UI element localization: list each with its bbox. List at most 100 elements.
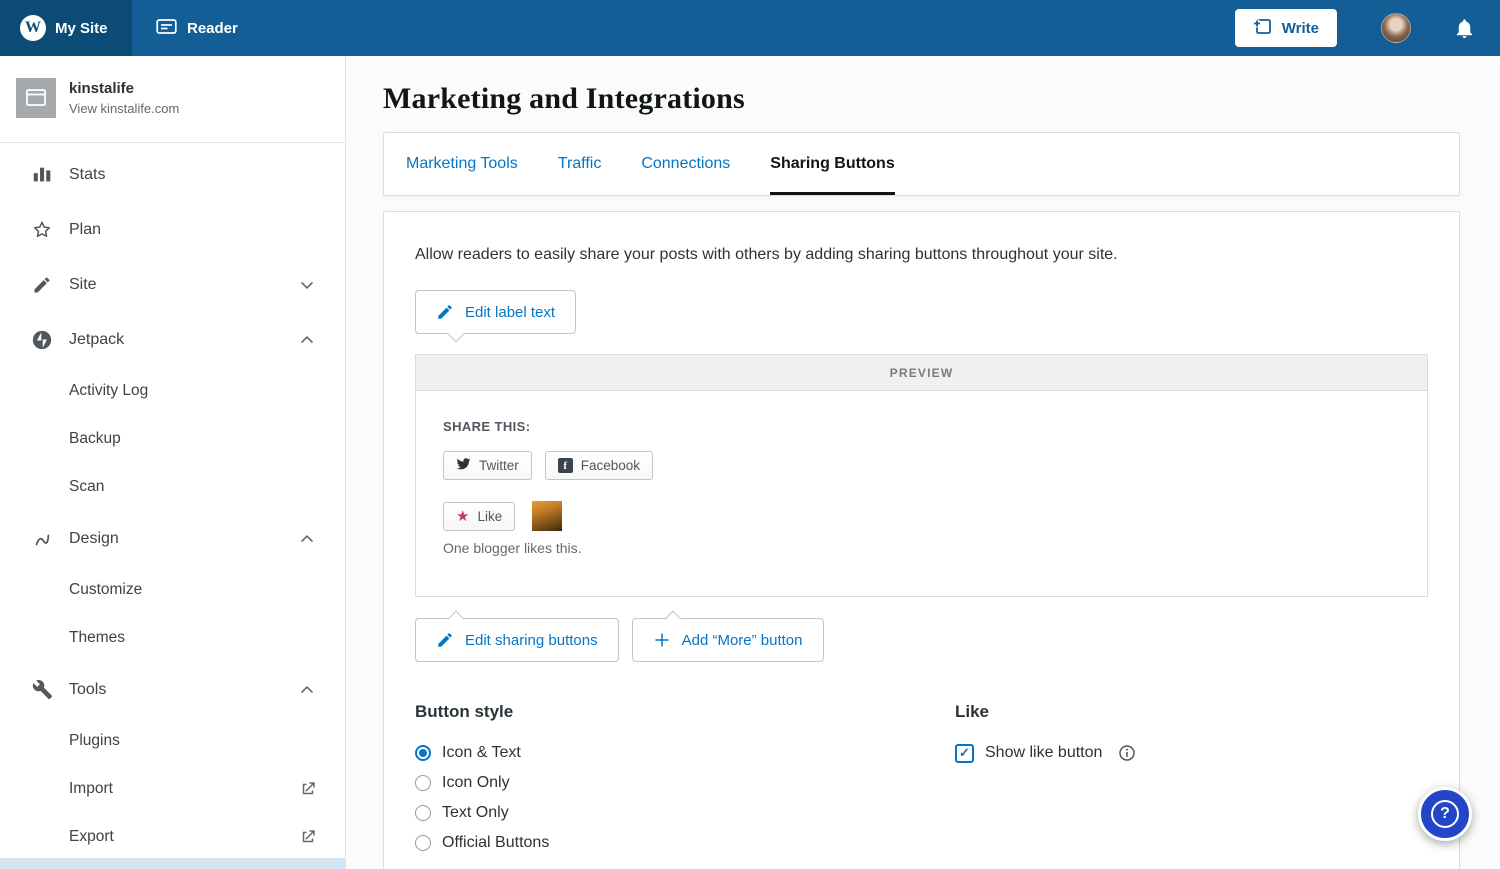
site-view-link[interactable]: View kinstalife.com — [69, 101, 179, 116]
sidebar-item-label: Stats — [69, 166, 105, 184]
sidebar-item-import[interactable]: Import — [0, 765, 345, 813]
options-sections: Button style Icon & Text Icon Only Text … — [415, 702, 1428, 858]
masthead: W My Site Reader Write — [0, 0, 1500, 56]
pencil-icon — [436, 303, 454, 321]
section-nav-tabs: Marketing Tools Traffic Connections Shar… — [383, 132, 1460, 196]
site-icon — [16, 78, 56, 118]
sidebar-item-jetpack[interactable]: Jetpack — [0, 312, 345, 367]
pencil-icon — [436, 631, 454, 649]
help-question-icon: ? — [1431, 800, 1459, 828]
sidebar-item-scan[interactable]: Scan — [0, 463, 345, 511]
sidebar-item-label: Export — [69, 828, 114, 846]
wordpress-logo-icon: W — [20, 15, 46, 41]
site-card[interactable]: kinstalife View kinstalife.com — [0, 56, 345, 143]
sidebar-item-label: Tools — [69, 681, 106, 699]
twitter-share-button[interactable]: Twitter — [443, 451, 532, 480]
site-name: kinstalife — [69, 80, 179, 97]
notifications-bell-icon[interactable] — [1453, 17, 1476, 40]
tab-marketing-tools[interactable]: Marketing Tools — [406, 133, 518, 195]
sidebar-item-plan[interactable]: Plan — [0, 202, 345, 257]
sidebar-item-label: Design — [69, 530, 119, 548]
sidebar-item-backup[interactable]: Backup — [0, 415, 345, 463]
sidebar-item-customize[interactable]: Customize — [0, 566, 345, 614]
sidebar-item-themes[interactable]: Themes — [0, 614, 345, 662]
sidebar-item-label: Customize — [69, 581, 142, 599]
like-label: Like — [477, 509, 502, 524]
sidebar-item-label: Themes — [69, 629, 125, 647]
likes-text: One blogger likes this. — [443, 540, 1400, 556]
main-content: Marketing and Integrations Marketing Too… — [346, 56, 1500, 869]
like-star-icon: ★ — [456, 509, 469, 524]
info-icon[interactable] — [1118, 744, 1136, 762]
site-card-text: kinstalife View kinstalife.com — [69, 80, 179, 116]
tab-traffic[interactable]: Traffic — [558, 133, 602, 195]
external-link-icon — [299, 828, 317, 846]
radio-icon-and-text[interactable]: Icon & Text — [415, 738, 955, 768]
radio-icon-only[interactable]: Icon Only — [415, 768, 955, 798]
sharing-buttons-card: Allow readers to easily share your posts… — [383, 211, 1460, 869]
sidebar-item-label: Backup — [69, 430, 121, 448]
sidebar-item-activity-log[interactable]: Activity Log — [0, 367, 345, 415]
add-more-button[interactable]: Add “More” button — [632, 618, 824, 662]
pencil-icon — [30, 275, 54, 295]
button-style-heading: Button style — [415, 702, 955, 722]
like-row: ★ Like — [443, 501, 1400, 531]
sidebar-item-plugins[interactable]: Plugins — [0, 717, 345, 765]
sidebar-item-design[interactable]: Design — [0, 511, 345, 566]
radio-icon[interactable] — [415, 835, 431, 851]
sidebar-item-label: Import — [69, 780, 113, 798]
radio-label: Text Only — [442, 804, 509, 822]
sidebar-item-stats[interactable]: Stats — [0, 147, 345, 202]
my-site-menu[interactable]: W My Site — [0, 0, 132, 56]
jetpack-icon — [30, 329, 54, 351]
edit-label-text-button[interactable]: Edit label text — [415, 290, 576, 334]
sidebar-item-export[interactable]: Export — [0, 813, 345, 861]
tab-connections[interactable]: Connections — [641, 133, 730, 195]
masthead-right: Write — [1235, 0, 1500, 56]
share-buttons-row: Twitter f Facebook — [443, 451, 1400, 480]
radio-official-buttons[interactable]: Official Buttons — [415, 828, 955, 858]
plus-icon — [653, 631, 671, 649]
sidebar: kinstalife View kinstalife.com Stats Pla… — [0, 56, 346, 869]
edit-sharing-buttons-button[interactable]: Edit sharing buttons — [415, 618, 619, 662]
facebook-icon: f — [558, 458, 573, 473]
tab-sharing-buttons[interactable]: Sharing Buttons — [770, 133, 894, 195]
user-avatar[interactable] — [1381, 13, 1411, 43]
page-title: Marketing and Integrations — [383, 82, 1460, 116]
radio-icon[interactable] — [415, 745, 431, 761]
sidebar-item-tools[interactable]: Tools — [0, 662, 345, 717]
edit-label-text-label: Edit label text — [465, 304, 555, 321]
radio-label: Icon Only — [442, 774, 510, 792]
write-button[interactable]: Write — [1235, 9, 1337, 47]
radio-icon[interactable] — [415, 805, 431, 821]
radio-label: Icon & Text — [442, 744, 521, 762]
show-like-button-row[interactable]: ✓ Show like button — [955, 738, 1428, 768]
share-this-label: SHARE THIS: — [443, 419, 1400, 434]
reader-menu[interactable]: Reader — [132, 0, 262, 56]
radio-text-only[interactable]: Text Only — [415, 798, 955, 828]
chevron-down-icon — [297, 275, 317, 295]
sidebar-item-site[interactable]: Site — [0, 257, 345, 312]
wrench-icon — [30, 679, 54, 700]
liker-avatar[interactable] — [532, 501, 562, 531]
radio-label: Official Buttons — [442, 834, 549, 852]
sidebar-selected-item-partial[interactable] — [0, 858, 345, 869]
edit-buttons-row: Edit sharing buttons Add “More” button — [415, 618, 1428, 662]
my-site-label: My Site — [55, 20, 108, 37]
sharing-description: Allow readers to easily share your posts… — [415, 246, 1428, 264]
external-link-icon — [299, 780, 317, 798]
like-button[interactable]: ★ Like — [443, 502, 515, 531]
button-style-section: Button style Icon & Text Icon Only Text … — [415, 702, 955, 858]
like-section: Like ✓ Show like button — [955, 702, 1428, 858]
sidebar-item-label: Plan — [69, 221, 101, 239]
facebook-label: Facebook — [581, 458, 640, 473]
checkbox-checked-icon[interactable]: ✓ — [955, 744, 974, 763]
help-button[interactable]: ? — [1418, 787, 1472, 841]
write-icon — [1253, 16, 1273, 40]
star-icon — [30, 219, 54, 241]
sidebar-item-label: Jetpack — [69, 331, 124, 349]
facebook-share-button[interactable]: f Facebook — [545, 451, 653, 480]
radio-icon[interactable] — [415, 775, 431, 791]
sidebar-item-label: Plugins — [69, 732, 120, 750]
design-icon — [30, 528, 54, 550]
